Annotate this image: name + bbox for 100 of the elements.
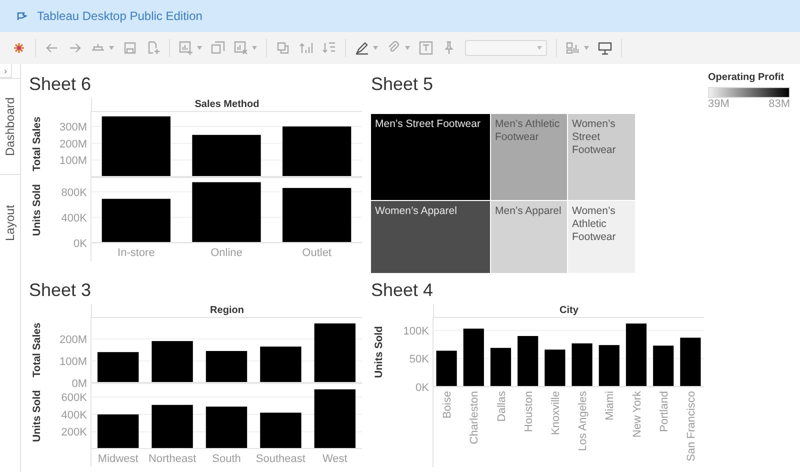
category-label: San Francisco [685, 391, 698, 462]
caret-icon [537, 46, 542, 50]
tick-label: 200M [59, 138, 87, 150]
tick-label: 300M [59, 121, 87, 134]
caret-icon[interactable] [405, 46, 410, 50]
axis-title: Units Sold [31, 390, 43, 442]
treemap-tile: Men’s Apparel [491, 201, 567, 273]
category-label: Los Angeles [577, 391, 590, 451]
treemap-tile: Men’s Street Footwear [371, 114, 490, 200]
copy-icon[interactable] [211, 41, 225, 55]
sheet-title: Sheet 5 [371, 74, 434, 96]
bar [192, 182, 261, 243]
swap-icon[interactable] [276, 41, 290, 55]
bar [260, 412, 302, 449]
bar [314, 323, 356, 383]
bar-chart-icon[interactable] [566, 41, 580, 55]
tick-label: 600K [61, 392, 87, 404]
sort-descending-icon[interactable] [322, 41, 336, 55]
treemap-tile: Women’s Athletic Footwear [568, 201, 635, 273]
bar [518, 336, 538, 387]
bar [152, 341, 193, 383]
axis-title: Total Sales [31, 116, 43, 172]
bar [282, 126, 352, 177]
presentation-icon[interactable] [598, 41, 612, 55]
category-label: Northeast [148, 453, 196, 465]
axis-title: Units Sold [373, 326, 385, 378]
category-label: South [212, 453, 241, 465]
axis-title: Units Sold [31, 184, 43, 236]
caret-icon[interactable] [109, 46, 114, 50]
caret-icon[interactable] [197, 46, 202, 50]
category-label: Knoxville [550, 391, 562, 436]
category-label: Charleston [468, 391, 481, 444]
bar [653, 346, 674, 387]
tick-label: 200K [61, 426, 87, 439]
tick-label: 100M [59, 155, 87, 168]
bar [98, 414, 139, 449]
app-icon [17, 12, 27, 20]
sheet-title: Sheet 6 [29, 74, 92, 96]
tick-label: 400K [61, 212, 87, 224]
logo-icon[interactable] [12, 41, 26, 55]
bar [260, 346, 302, 383]
tick-label: 0K [416, 382, 429, 394]
forward-icon[interactable] [68, 41, 82, 55]
tick-label: 50K [409, 354, 429, 366]
category-label: Midwest [98, 453, 138, 465]
tick-label: 0M [72, 378, 87, 390]
bar [102, 198, 170, 243]
bar [98, 352, 139, 383]
legend-title: Operating Profit [708, 72, 786, 83]
dropdown-field[interactable] [465, 40, 547, 56]
category-label: West [322, 453, 348, 465]
category-label: Dallas [496, 391, 508, 422]
tick-label: 0K [74, 238, 87, 250]
document-plus-icon[interactable] [146, 41, 160, 55]
tick-label: 800K [61, 186, 87, 199]
category-label: Miami [604, 391, 616, 420]
bar [626, 324, 647, 387]
bar [572, 343, 592, 387]
chart-plus-icon[interactable] [179, 41, 193, 55]
treemap-tile: Women’s Apparel [371, 201, 490, 273]
column-header: City [433, 304, 704, 317]
category-label: In-store [118, 247, 155, 259]
category-label: Portland [658, 391, 670, 432]
legend-label: 83M [768, 98, 790, 110]
column-header: Sales Method [91, 98, 362, 111]
tick-label: 200M [59, 334, 87, 346]
pin-icon[interactable] [442, 41, 456, 55]
bar [282, 188, 352, 243]
category-label: Online [210, 247, 242, 259]
category-label: Outlet [302, 247, 332, 259]
treemap-tile: Men’s Athletic Footwear [491, 114, 567, 200]
bar [102, 116, 170, 177]
sheet-title: Sheet 4 [371, 280, 434, 302]
category-label: New York [631, 391, 644, 438]
caret-icon[interactable] [373, 46, 378, 50]
column-header: Region [91, 304, 362, 317]
bar [490, 348, 512, 387]
caret-icon[interactable] [252, 46, 257, 50]
sort-ascending-icon[interactable] [299, 41, 313, 55]
axis-title: Total Sales [31, 322, 43, 378]
bar [152, 404, 193, 449]
tick-label: 100K [403, 325, 429, 338]
expand-button[interactable]: › [0, 64, 12, 78]
treemap-tile: Women’s Street Footwear [568, 114, 635, 200]
chart-x-icon[interactable] [234, 41, 248, 55]
bar [192, 134, 261, 177]
category-label: Boise [442, 391, 454, 419]
sheet-title: Sheet 3 [29, 280, 92, 302]
tick-label: 100M [59, 356, 87, 368]
window-title: Tableau Desktop Public Edition [37, 9, 202, 23]
bar [206, 406, 248, 449]
save-icon[interactable] [123, 41, 137, 55]
category-label: Houston [522, 391, 535, 432]
caret-icon[interactable] [584, 46, 589, 50]
text-box-icon[interactable] [419, 41, 433, 55]
pen-icon[interactable] [355, 41, 369, 55]
bar [436, 350, 457, 387]
back-icon[interactable] [45, 41, 59, 55]
paperclip-icon[interactable] [387, 41, 401, 55]
bar [680, 338, 701, 387]
